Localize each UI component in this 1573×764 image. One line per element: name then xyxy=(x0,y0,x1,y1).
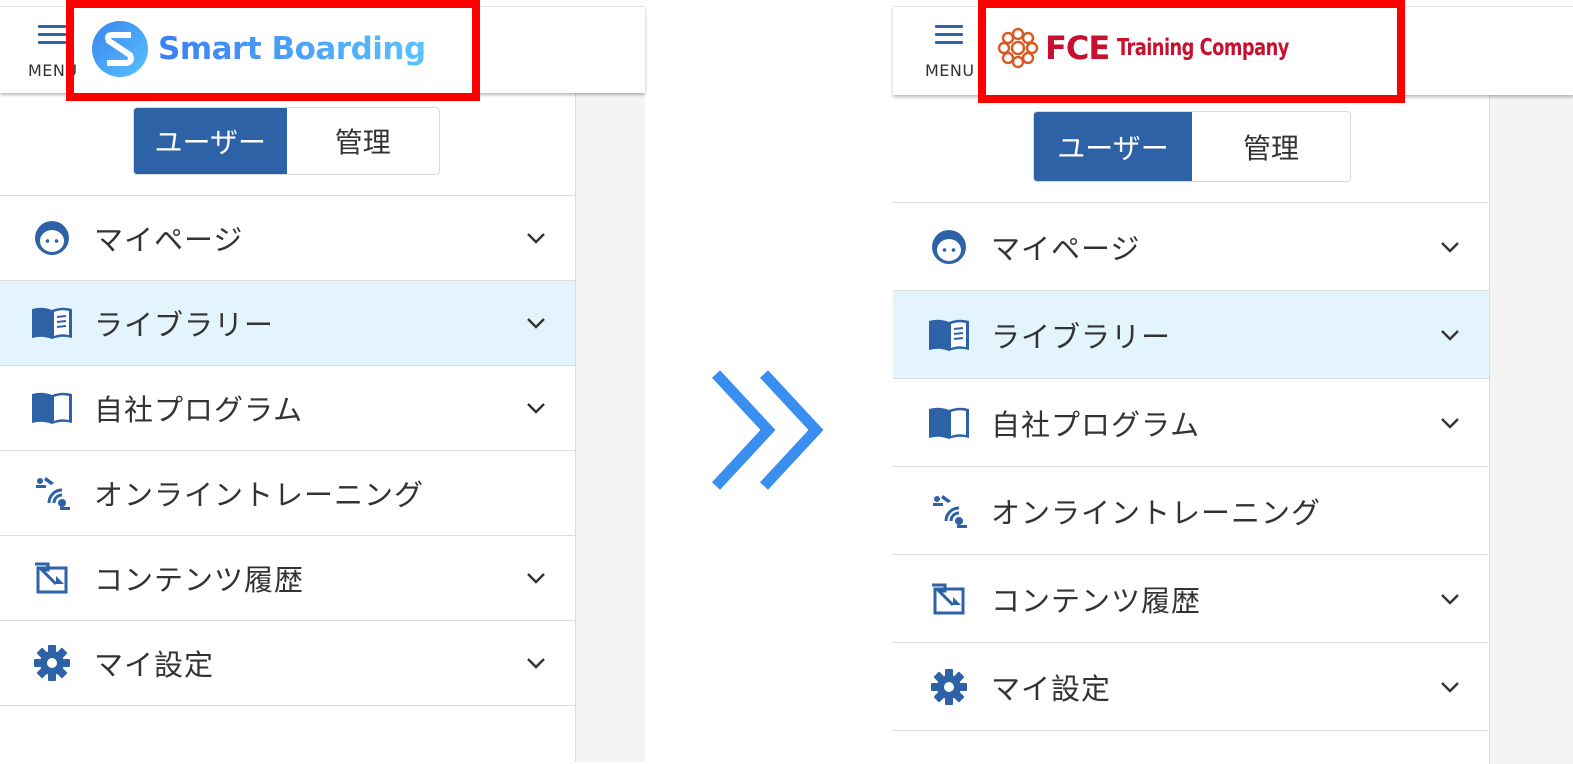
after-panel: MENU FCE Training Company ユーザー 管理 マイページラ… xyxy=(893,0,1573,764)
chevron-down-icon[interactable] xyxy=(1439,680,1461,694)
chevron-down-icon[interactable] xyxy=(525,656,547,670)
content-history-icon xyxy=(30,556,74,600)
face-icon xyxy=(30,216,74,260)
sidebar-item[interactable]: マイページ xyxy=(893,203,1489,291)
sidebar-item[interactable]: マイ設定 xyxy=(893,643,1489,731)
sidebar-item[interactable]: 自社プログラム xyxy=(0,366,575,451)
open-book-icon xyxy=(927,401,971,445)
menu-button[interactable]: MENU xyxy=(923,19,979,87)
book-lines-icon xyxy=(30,301,74,345)
content-history-icon xyxy=(927,577,971,621)
sidebar-item[interactable]: マイページ xyxy=(0,196,575,281)
hamburger-icon xyxy=(38,25,66,49)
sidebar-item[interactable]: オンライントレーニング xyxy=(0,451,575,536)
face-icon xyxy=(927,225,971,269)
online-training-icon xyxy=(30,471,74,515)
nav-menu: マイページライブラリー 自社プログラムオンライントレーニング コンテンツ履歴 マイ設定 xyxy=(0,195,575,706)
sidebar-item-label: 自社プログラム xyxy=(94,393,304,427)
chevron-down-icon[interactable] xyxy=(1439,328,1461,342)
book-lines-icon xyxy=(927,313,971,357)
highlight-box xyxy=(66,0,480,101)
sidebar-item[interactable]: マイ設定 xyxy=(0,621,575,706)
admin-mode-tab[interactable]: 管理 xyxy=(1192,112,1350,181)
sidebar-item[interactable]: コンテンツ履歴 xyxy=(893,555,1489,643)
sidebar-item-label: コンテンツ履歴 xyxy=(991,583,1202,618)
nav-menu: マイページライブラリー 自社プログラムオンライントレーニング コンテンツ履歴 マイ設定 xyxy=(893,202,1489,731)
user-mode-tab[interactable]: ユーザー xyxy=(1034,112,1192,181)
sidebar-item-label: マイ設定 xyxy=(991,671,1112,706)
chevron-down-icon[interactable] xyxy=(1439,416,1461,430)
open-book-icon xyxy=(30,386,74,430)
sidebar: ユーザー 管理 マイページライブラリー 自社プログラムオンライントレーニング コンテ… xyxy=(893,94,1490,764)
sidebar-item-label: オンライントレーニング xyxy=(94,478,425,512)
gear-icon xyxy=(927,665,971,709)
mode-toggle: ユーザー 管理 xyxy=(133,107,440,175)
chevron-down-icon[interactable] xyxy=(525,316,547,330)
chevron-down-icon[interactable] xyxy=(525,571,547,585)
sidebar-item-label: ライブラリー xyxy=(94,308,275,342)
admin-mode-tab[interactable]: 管理 xyxy=(286,108,439,174)
sidebar-item-label: オンライントレーニング xyxy=(991,495,1322,530)
chevron-down-icon[interactable] xyxy=(1439,240,1461,254)
user-mode-tab[interactable]: ユーザー xyxy=(134,108,287,174)
sidebar-item[interactable]: オンライントレーニング xyxy=(893,467,1489,555)
highlight-box xyxy=(978,0,1405,103)
online-training-icon xyxy=(927,489,971,533)
sidebar-item-label: コンテンツ履歴 xyxy=(94,563,305,597)
sidebar-item-label: マイページ xyxy=(991,231,1141,266)
mode-toggle: ユーザー 管理 xyxy=(1033,111,1351,182)
sidebar-item-label: 自社プログラム xyxy=(991,407,1201,442)
menu-label: MENU xyxy=(925,61,975,80)
gear-icon xyxy=(30,641,74,685)
chevron-down-icon[interactable] xyxy=(525,231,547,245)
content-area xyxy=(576,92,645,762)
before-panel: MENU Smart Boarding ユーザー 管理 マイページ ライブラリー自… xyxy=(0,0,645,762)
chevron-down-icon[interactable] xyxy=(1439,592,1461,606)
sidebar-item-label: ライブラリー xyxy=(991,319,1172,354)
sidebar-item[interactable]: 自社プログラム xyxy=(893,379,1489,467)
sidebar-item[interactable]: ライブラリー xyxy=(893,291,1489,379)
sidebar-item-label: マイ設定 xyxy=(94,648,215,682)
sidebar-item-label: マイページ xyxy=(94,223,244,257)
sidebar-item[interactable]: コンテンツ履歴 xyxy=(0,536,575,621)
hamburger-icon xyxy=(935,25,963,49)
content-area xyxy=(1490,94,1573,764)
sidebar: ユーザー 管理 マイページライブラリー 自社プログラムオンライントレーニング コンテ… xyxy=(0,92,576,762)
double-chevron-right-icon xyxy=(711,370,824,490)
sidebar-item[interactable]: ライブラリー xyxy=(0,281,575,366)
chevron-down-icon[interactable] xyxy=(525,401,547,415)
